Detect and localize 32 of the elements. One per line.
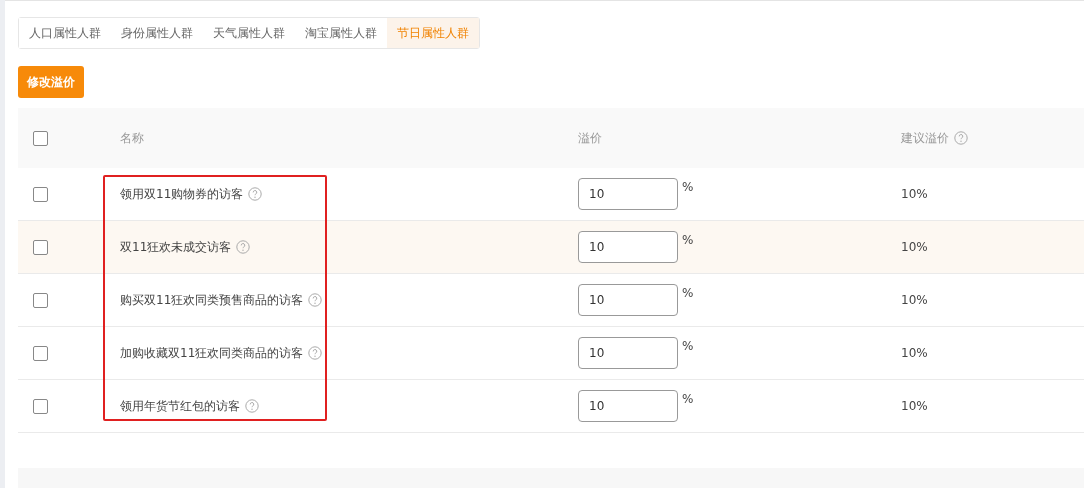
row-checkbox[interactable] (33, 186, 48, 202)
percent-unit: % (682, 286, 694, 300)
audience-name: 领用双11购物券的访客 (120, 185, 244, 203)
row-checkbox[interactable] (33, 398, 48, 414)
suggested-premium: 10% (901, 346, 928, 360)
help-icon[interactable] (245, 399, 259, 413)
suggested-premium: 10% (901, 293, 928, 307)
audience-name: 领用年货节红包的访客 (120, 397, 240, 415)
percent-unit: % (682, 339, 694, 353)
premium-input[interactable]: 10 (578, 178, 678, 210)
column-header: 溢价 (578, 129, 602, 147)
column-header: 名称 (120, 129, 144, 147)
column-header: 建议溢价 (901, 129, 949, 147)
row-checkbox[interactable] (33, 292, 48, 308)
premium-input[interactable]: 10 (578, 231, 678, 263)
premium-input[interactable]: 10 (578, 337, 678, 369)
suggested-premium: 10% (901, 240, 928, 254)
percent-unit: % (682, 392, 694, 406)
help-icon[interactable] (308, 346, 323, 360)
suggested-premium: 10% (901, 187, 928, 201)
select-all-checkbox[interactable] (33, 130, 48, 146)
audience-name: 购买双11狂欢同类预售商品的访客 (120, 291, 304, 309)
audience-name: 加购收藏双11狂欢同类商品的访客 (120, 344, 304, 362)
percent-unit: % (682, 233, 694, 247)
row-checkbox[interactable] (33, 239, 48, 255)
audience-name: 双11狂欢未成交访客 (120, 238, 232, 256)
row-checkbox[interactable] (33, 345, 48, 361)
help-icon[interactable] (308, 293, 323, 307)
premium-input[interactable]: 10 (578, 284, 678, 316)
suggested-premium: 10% (901, 399, 928, 413)
percent-unit: % (682, 180, 694, 194)
premium-input[interactable]: 10 (578, 390, 678, 422)
